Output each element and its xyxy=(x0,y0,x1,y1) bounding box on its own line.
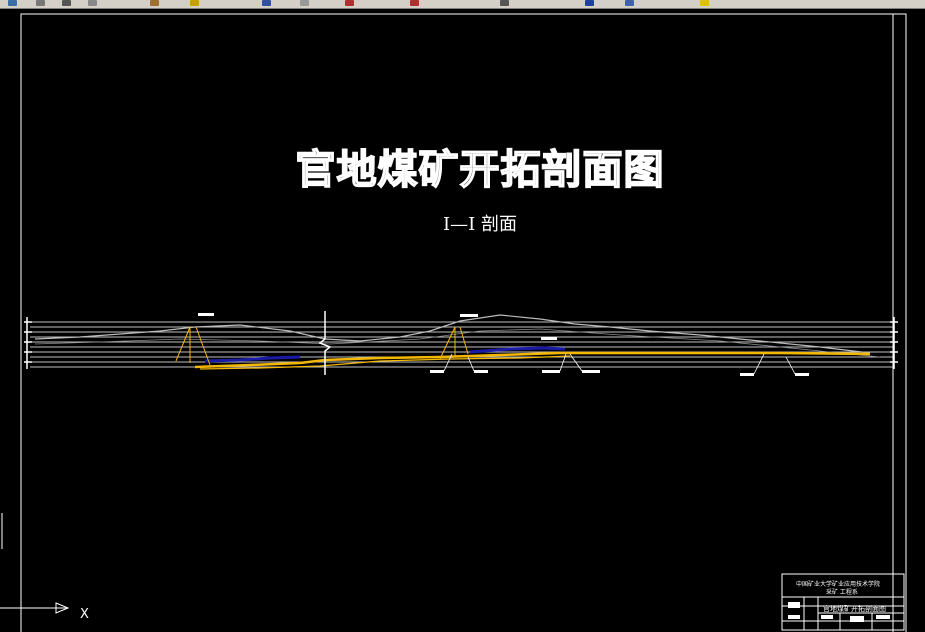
layer-icon[interactable] xyxy=(625,0,634,6)
zoom-icon[interactable] xyxy=(410,0,419,6)
pan-icon[interactable] xyxy=(345,0,354,6)
ucs-icon xyxy=(0,513,70,614)
section-grid xyxy=(30,321,895,368)
left-scale xyxy=(24,317,32,369)
coal-seam-blue-2 xyxy=(469,346,566,354)
paste-icon[interactable] xyxy=(150,0,159,6)
shaft-left xyxy=(175,326,211,366)
toolbar xyxy=(0,0,925,9)
drawing-title: 官地煤矿开拓剖面图 xyxy=(295,146,665,194)
coal-seam-yellow xyxy=(194,351,871,369)
section-label: I—I 剖面 xyxy=(443,214,517,235)
print-icon[interactable] xyxy=(36,0,45,6)
right-scale xyxy=(890,317,898,369)
title-block-institution: 中国矿业大学矿业应用技术学院 xyxy=(796,581,881,588)
help-icon[interactable] xyxy=(585,0,594,6)
outer-frame xyxy=(20,13,907,632)
cut-icon[interactable] xyxy=(62,0,71,6)
light-icon[interactable] xyxy=(700,0,709,6)
save-icon[interactable] xyxy=(8,0,17,6)
coal-seam-blue xyxy=(204,355,301,363)
title-block-drawing-name: 官地煤矿开拓剖面图 xyxy=(823,605,886,613)
properties-icon[interactable] xyxy=(500,0,509,6)
drawing-canvas[interactable]: 官地煤矿开拓剖面图 I—I 剖面 中国矿业大学矿业应用技术学院 采矿 工程系 官… xyxy=(0,9,925,632)
title-block-department: 采矿 工程系 xyxy=(826,589,858,596)
match-icon[interactable] xyxy=(190,0,199,6)
ucs-x-label: X xyxy=(80,607,89,622)
redo-icon[interactable] xyxy=(300,0,309,6)
copy-icon[interactable] xyxy=(88,0,97,6)
undo-icon[interactable] xyxy=(262,0,271,6)
drawing-svg xyxy=(0,13,907,632)
